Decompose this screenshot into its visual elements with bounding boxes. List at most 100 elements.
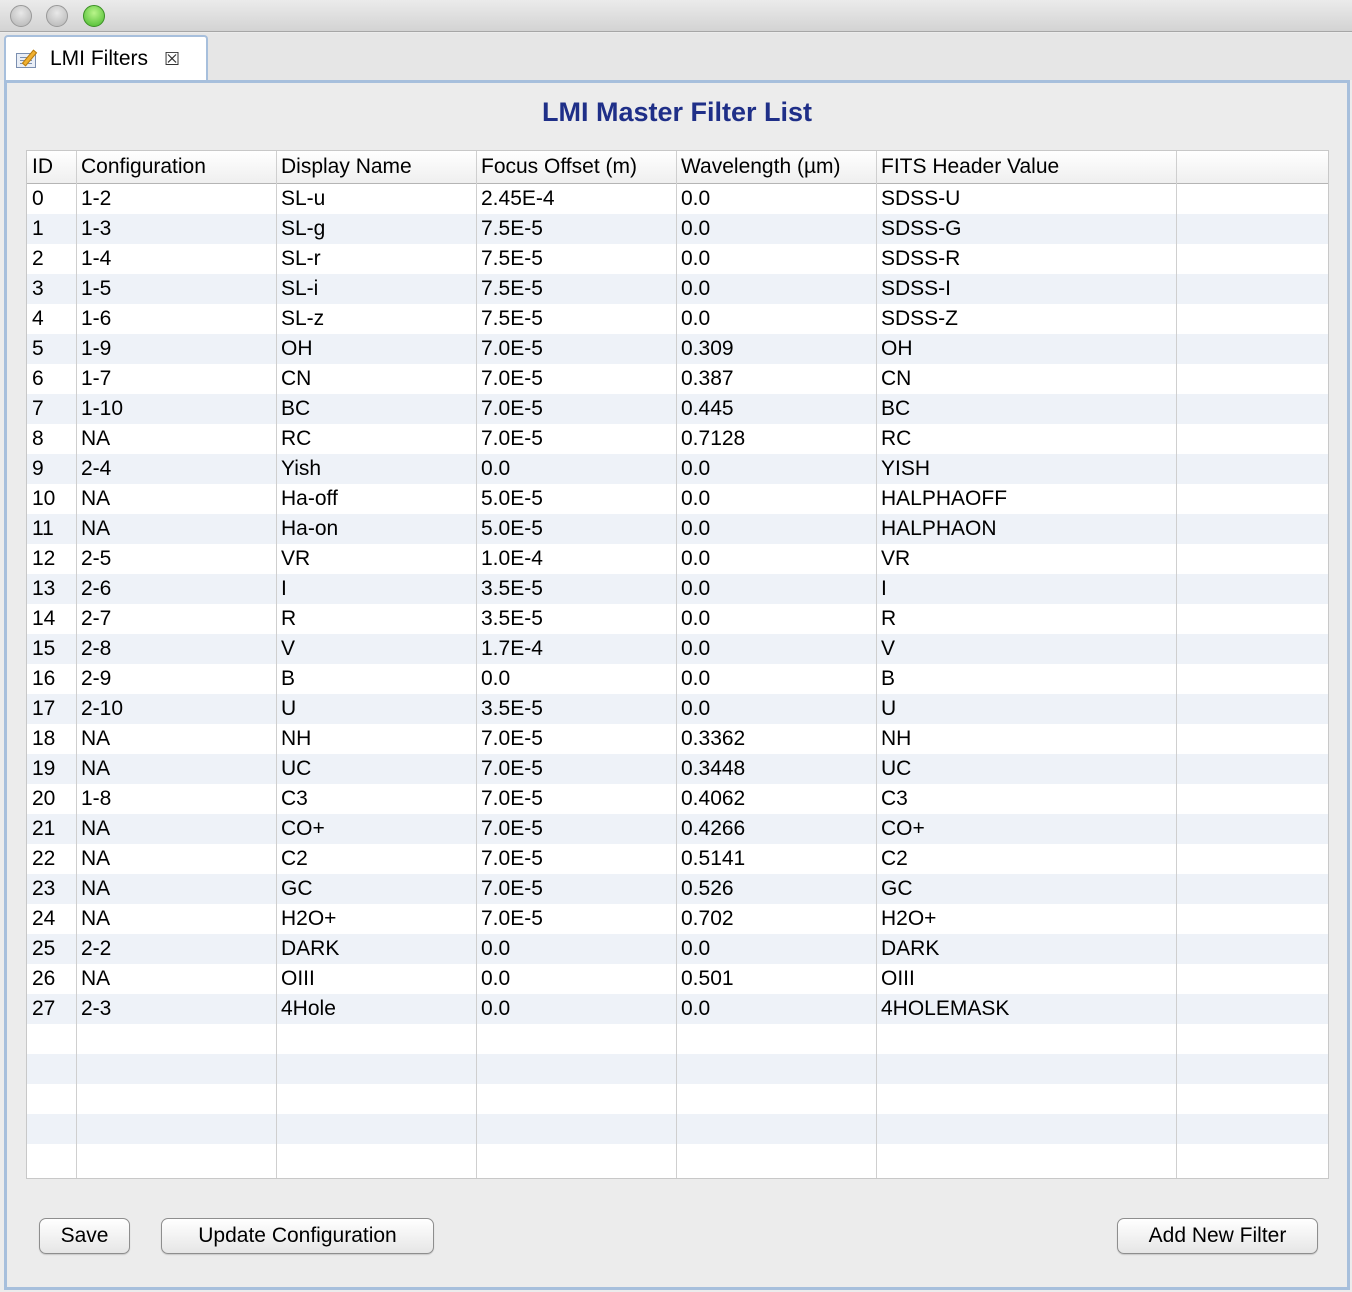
cell-display-name[interactable]: UC bbox=[276, 754, 476, 784]
cell-focus-offset[interactable]: 0.0 bbox=[476, 964, 676, 994]
cell-id[interactable]: 6 bbox=[27, 364, 76, 394]
cell-display-name[interactable]: SL-z bbox=[276, 304, 476, 334]
table-row[interactable]: 27 2-3 4Hole 0.0 0.0 4HOLEMASK bbox=[27, 994, 1328, 1024]
cell-id[interactable]: 10 bbox=[27, 484, 76, 514]
cell-id[interactable]: 22 bbox=[27, 844, 76, 874]
cell-wavelength[interactable]: 0.0 bbox=[676, 214, 876, 244]
cell-display-name[interactable]: R bbox=[276, 604, 476, 634]
table-row[interactable]: 19 NA UC 7.0E-5 0.3448 UC bbox=[27, 754, 1328, 784]
cell-id[interactable]: 3 bbox=[27, 274, 76, 304]
zoom-window-icon[interactable] bbox=[83, 5, 105, 27]
cell-wavelength[interactable]: 0.0 bbox=[676, 244, 876, 274]
cell-id[interactable]: 19 bbox=[27, 754, 76, 784]
close-window-icon[interactable] bbox=[10, 5, 32, 27]
cell-configuration[interactable]: 1-6 bbox=[76, 304, 276, 334]
cell-fits-header-value[interactable]: SDSS-G bbox=[876, 214, 1176, 244]
cell-id[interactable]: 21 bbox=[27, 814, 76, 844]
cell-focus-offset[interactable]: 5.0E-5 bbox=[476, 514, 676, 544]
column-header-display-name[interactable]: Display Name bbox=[276, 151, 476, 184]
table-row[interactable]: 24 NA H2O+ 7.0E-5 0.702 H2O+ bbox=[27, 904, 1328, 934]
cell-focus-offset[interactable]: 3.5E-5 bbox=[476, 574, 676, 604]
cell-wavelength[interactable]: 0.4062 bbox=[676, 784, 876, 814]
cell-fits-header-value[interactable]: HALPHAOFF bbox=[876, 484, 1176, 514]
cell-fits-header-value[interactable]: V bbox=[876, 634, 1176, 664]
cell-wavelength[interactable]: 0.702 bbox=[676, 904, 876, 934]
cell-focus-offset[interactable]: 0.0 bbox=[476, 934, 676, 964]
update-configuration-button[interactable]: Update Configuration bbox=[161, 1218, 434, 1254]
cell-focus-offset[interactable]: 3.5E-5 bbox=[476, 604, 676, 634]
cell-fits-header-value[interactable]: R bbox=[876, 604, 1176, 634]
cell-configuration[interactable]: 1-5 bbox=[76, 274, 276, 304]
cell-id[interactable]: 15 bbox=[27, 634, 76, 664]
cell-id[interactable]: 24 bbox=[27, 904, 76, 934]
cell-configuration[interactable]: NA bbox=[76, 754, 276, 784]
cell-id[interactable]: 1 bbox=[27, 214, 76, 244]
table-row[interactable]: 3 1-5 SL-i 7.5E-5 0.0 SDSS-I bbox=[27, 274, 1328, 304]
cell-configuration[interactable]: NA bbox=[76, 904, 276, 934]
cell-focus-offset[interactable]: 7.0E-5 bbox=[476, 724, 676, 754]
cell-display-name[interactable]: C3 bbox=[276, 784, 476, 814]
close-icon[interactable]: ☒ bbox=[164, 50, 180, 68]
table-row[interactable]: 23 NA GC 7.0E-5 0.526 GC bbox=[27, 874, 1328, 904]
cell-display-name[interactable]: Yish bbox=[276, 454, 476, 484]
cell-fits-header-value[interactable]: SDSS-U bbox=[876, 184, 1176, 214]
cell-wavelength[interactable]: 0.526 bbox=[676, 874, 876, 904]
cell-wavelength[interactable]: 0.5141 bbox=[676, 844, 876, 874]
cell-focus-offset[interactable]: 7.0E-5 bbox=[476, 394, 676, 424]
cell-configuration[interactable]: NA bbox=[76, 424, 276, 454]
table-row[interactable]: 18 NA NH 7.0E-5 0.3362 NH bbox=[27, 724, 1328, 754]
table-row[interactable]: 6 1-7 CN 7.0E-5 0.387 CN bbox=[27, 364, 1328, 394]
cell-wavelength[interactable]: 0.0 bbox=[676, 604, 876, 634]
cell-focus-offset[interactable]: 2.45E-4 bbox=[476, 184, 676, 214]
table-row[interactable]: 25 2-2 DARK 0.0 0.0 DARK bbox=[27, 934, 1328, 964]
cell-id[interactable]: 2 bbox=[27, 244, 76, 274]
table-row[interactable]: 22 NA C2 7.0E-5 0.5141 C2 bbox=[27, 844, 1328, 874]
cell-fits-header-value[interactable]: UC bbox=[876, 754, 1176, 784]
cell-display-name[interactable]: B bbox=[276, 664, 476, 694]
cell-id[interactable]: 5 bbox=[27, 334, 76, 364]
cell-configuration[interactable]: NA bbox=[76, 814, 276, 844]
cell-configuration[interactable]: 2-3 bbox=[76, 994, 276, 1024]
cell-fits-header-value[interactable]: BC bbox=[876, 394, 1176, 424]
cell-display-name[interactable]: SL-u bbox=[276, 184, 476, 214]
cell-configuration[interactable]: NA bbox=[76, 964, 276, 994]
cell-fits-header-value[interactable]: I bbox=[876, 574, 1176, 604]
cell-display-name[interactable]: OH bbox=[276, 334, 476, 364]
cell-display-name[interactable]: SL-i bbox=[276, 274, 476, 304]
cell-wavelength[interactable]: 0.0 bbox=[676, 514, 876, 544]
cell-focus-offset[interactable]: 7.5E-5 bbox=[476, 304, 676, 334]
cell-wavelength[interactable]: 0.0 bbox=[676, 634, 876, 664]
cell-id[interactable]: 20 bbox=[27, 784, 76, 814]
cell-focus-offset[interactable]: 7.0E-5 bbox=[476, 334, 676, 364]
table-row[interactable]: 7 1-10 BC 7.0E-5 0.445 BC bbox=[27, 394, 1328, 424]
cell-wavelength[interactable]: 0.0 bbox=[676, 544, 876, 574]
cell-id[interactable]: 23 bbox=[27, 874, 76, 904]
table-row[interactable]: 10 NA Ha-off 5.0E-5 0.0 HALPHAOFF bbox=[27, 484, 1328, 514]
cell-configuration[interactable]: 1-2 bbox=[76, 184, 276, 214]
cell-focus-offset[interactable]: 7.0E-5 bbox=[476, 904, 676, 934]
cell-display-name[interactable]: C2 bbox=[276, 844, 476, 874]
cell-id[interactable]: 18 bbox=[27, 724, 76, 754]
cell-display-name[interactable]: Ha-on bbox=[276, 514, 476, 544]
cell-fits-header-value[interactable]: CO+ bbox=[876, 814, 1176, 844]
cell-id[interactable]: 4 bbox=[27, 304, 76, 334]
cell-focus-offset[interactable]: 0.0 bbox=[476, 994, 676, 1024]
tab-lmi-filters[interactable]: LMI Filters ☒ bbox=[4, 35, 208, 81]
cell-focus-offset[interactable]: 0.0 bbox=[476, 454, 676, 484]
cell-id[interactable]: 26 bbox=[27, 964, 76, 994]
cell-wavelength[interactable]: 0.309 bbox=[676, 334, 876, 364]
cell-focus-offset[interactable]: 7.0E-5 bbox=[476, 754, 676, 784]
table-row[interactable]: 21 NA CO+ 7.0E-5 0.4266 CO+ bbox=[27, 814, 1328, 844]
cell-configuration[interactable]: 2-2 bbox=[76, 934, 276, 964]
cell-focus-offset[interactable]: 7.0E-5 bbox=[476, 814, 676, 844]
column-header-focus-offset[interactable]: Focus Offset (m) bbox=[476, 151, 676, 184]
cell-fits-header-value[interactable]: SDSS-Z bbox=[876, 304, 1176, 334]
cell-wavelength[interactable]: 0.3362 bbox=[676, 724, 876, 754]
cell-configuration[interactable]: 2-6 bbox=[76, 574, 276, 604]
cell-wavelength[interactable]: 0.0 bbox=[676, 274, 876, 304]
cell-id[interactable]: 13 bbox=[27, 574, 76, 604]
column-header-id[interactable]: ID bbox=[27, 151, 76, 184]
cell-focus-offset[interactable]: 0.0 bbox=[476, 664, 676, 694]
table-row[interactable]: 12 2-5 VR 1.0E-4 0.0 VR bbox=[27, 544, 1328, 574]
cell-focus-offset[interactable]: 1.7E-4 bbox=[476, 634, 676, 664]
